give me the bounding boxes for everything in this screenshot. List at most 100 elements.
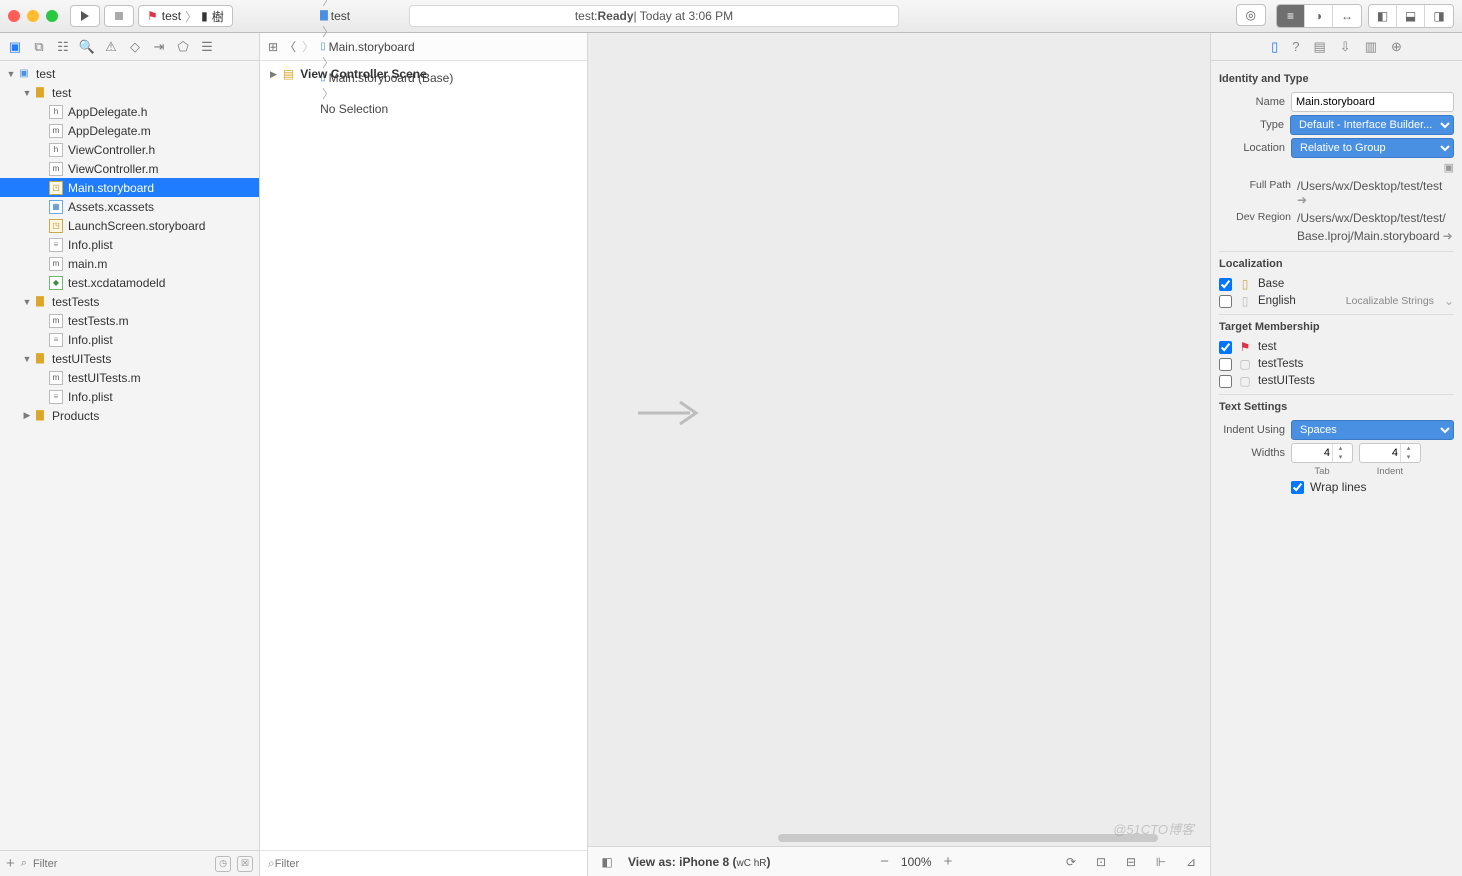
indent-width-stepper[interactable]: ▴▾ [1359, 443, 1421, 463]
pin-icon[interactable]: ⊩ [1152, 853, 1170, 871]
tree-row[interactable]: ▶▇Products [0, 406, 259, 425]
connections-inspector-icon[interactable]: ⊕ [1391, 39, 1402, 55]
zoom-out-button[interactable]: − [880, 853, 889, 870]
minimize-window-button[interactable] [27, 10, 39, 22]
identity-inspector-icon[interactable]: ▤ [1313, 39, 1325, 55]
source-control-navigator-icon[interactable]: ⧉ [30, 38, 48, 56]
inspector-panel: ▯ ? ▤ ⇩ ▥ ⊕ Identity and Type Name TypeD… [1210, 33, 1462, 876]
assistant-editor-icon[interactable]: ◑ [1305, 5, 1333, 27]
target-row[interactable]: ⚑test [1219, 340, 1454, 354]
indent-using-select[interactable]: Spaces [1291, 420, 1454, 440]
base-locale-checkbox[interactable] [1219, 278, 1232, 291]
tree-row[interactable]: ◳LaunchScreen.storyboard [0, 216, 259, 235]
panel-toggle-segmented[interactable]: ◧ ⬓ ◨ [1368, 4, 1454, 28]
outline-scene-row[interactable]: ▶ ▤ View Controller Scene [270, 67, 577, 81]
tree-row[interactable]: ▼▇testTests [0, 292, 259, 311]
location-select[interactable]: Relative to Group [1291, 138, 1454, 158]
issue-navigator-icon[interactable]: ⚠ [102, 38, 120, 56]
tree-row[interactable]: mViewController.m [0, 159, 259, 178]
target-membership-section-header: Target Membership [1219, 314, 1454, 337]
tree-row[interactable]: mAppDelegate.m [0, 121, 259, 140]
file-type-select[interactable]: Default - Interface Builder... [1290, 115, 1454, 135]
forward-icon[interactable]: 〉 [302, 38, 314, 55]
english-locale-checkbox[interactable] [1219, 295, 1232, 308]
view-as-control[interactable]: View as: iPhone 8 (wC hR) [628, 855, 771, 869]
zoom-window-button[interactable] [46, 10, 58, 22]
wrap-lines-checkbox[interactable] [1291, 481, 1304, 494]
align-icon[interactable]: ⊟ [1122, 853, 1140, 871]
recent-filter-icon[interactable]: ◷ [215, 856, 231, 872]
find-navigator-icon[interactable]: 🔍 [78, 38, 96, 56]
toggle-inspector-icon[interactable]: ◨ [1425, 5, 1453, 27]
toggle-debug-icon[interactable]: ⬓ [1397, 5, 1425, 27]
tree-row[interactable]: ≡Info.plist [0, 330, 259, 349]
initial-vc-arrow-icon[interactable] [636, 398, 700, 428]
filter-icon: ⌕ [268, 856, 275, 871]
library-button[interactable]: ◎ [1236, 4, 1266, 26]
run-button[interactable] [70, 5, 100, 27]
tree-row[interactable]: mtestTests.m [0, 311, 259, 330]
test-navigator-icon[interactable]: ◇ [126, 38, 144, 56]
close-window-button[interactable] [8, 10, 20, 22]
device-icon: ▮ [201, 9, 208, 23]
tree-row[interactable]: mtestUITests.m [0, 368, 259, 387]
tree-row[interactable]: ≡Info.plist [0, 387, 259, 406]
debug-navigator-icon[interactable]: ⇥ [150, 38, 168, 56]
standard-editor-icon[interactable]: ≡ [1277, 5, 1305, 27]
file-inspector-icon[interactable]: ▯ [1271, 39, 1278, 55]
toggle-outline-icon[interactable]: ◧ [598, 853, 616, 871]
tree-row[interactable]: ◆test.xcdatamodeld [0, 273, 259, 292]
tab-width-stepper[interactable]: ▴▾ [1291, 443, 1353, 463]
scm-filter-icon[interactable]: ☒ [237, 856, 253, 872]
target-row[interactable]: ▢testUITests [1219, 374, 1454, 388]
attributes-inspector-icon[interactable]: ⇩ [1340, 39, 1351, 55]
tree-row[interactable]: ▼▇test [0, 83, 259, 102]
breadcrumb-item[interactable]: ▇test [320, 9, 453, 23]
update-frames-icon[interactable]: ⟳ [1062, 853, 1080, 871]
target-row[interactable]: ▢testTests [1219, 357, 1454, 371]
tree-row[interactable]: hAppDelegate.h [0, 102, 259, 121]
tree-row[interactable]: hViewController.h [0, 140, 259, 159]
embed-in-icon[interactable]: ⊡ [1092, 853, 1110, 871]
tree-row[interactable]: ≡Info.plist [0, 235, 259, 254]
size-inspector-icon[interactable]: ▥ [1365, 39, 1377, 55]
related-items-icon[interactable]: ⊞ [268, 40, 278, 54]
jump-bar[interactable]: ⊞ 〈 〉 ▣test〉▇test〉▯Main.storyboard〉▯Main… [260, 33, 587, 61]
breakpoint-navigator-icon[interactable]: ⬠ [174, 38, 192, 56]
tree-row[interactable]: ▦Assets.xcassets [0, 197, 259, 216]
navigator-filter-input[interactable] [33, 858, 209, 870]
reveal-icon[interactable]: ➜ [1297, 193, 1307, 207]
window-toolbar: ⚑ test 〉 ▮ 樹 test: Ready | Today at 3:06… [0, 0, 1462, 33]
file-name-input[interactable] [1291, 92, 1454, 112]
back-icon[interactable]: 〈 [284, 38, 296, 55]
text-settings-section-header: Text Settings [1219, 394, 1454, 417]
outline-filter-input[interactable] [275, 858, 579, 870]
canvas-bottom-bar: ◧ View as: iPhone 8 (wC hR) − 100% + ⟳ ⊡… [588, 846, 1210, 876]
zoom-in-button[interactable]: + [944, 853, 953, 870]
version-editor-icon[interactable]: ↔ [1333, 5, 1361, 27]
breadcrumb-item[interactable]: ▯Main.storyboard [320, 40, 453, 54]
tree-row[interactable]: mmain.m [0, 254, 259, 273]
activity-status: test: Ready | Today at 3:06 PM [409, 5, 899, 27]
project-navigator-icon[interactable]: ▣ [6, 38, 24, 56]
tree-row[interactable]: ▼▇testUITests [0, 349, 259, 368]
canvas-body[interactable]: View Controller 9:41 AM @51CTO博客 [588, 33, 1210, 846]
scene-label: View Controller Scene [300, 67, 427, 81]
zoom-level[interactable]: 100% [901, 855, 932, 869]
resolve-issues-icon[interactable]: ⊿ [1182, 853, 1200, 871]
tree-row[interactable]: ▼▣test [0, 64, 259, 83]
horizontal-scrollbar[interactable] [778, 834, 1158, 842]
add-button[interactable]: + [6, 855, 15, 872]
tree-row[interactable]: ◳Main.storyboard [0, 178, 259, 197]
stop-button[interactable] [104, 5, 134, 27]
report-navigator-icon[interactable]: ☰ [198, 38, 216, 56]
scheme-device-label: 樹 [212, 8, 224, 25]
folder-picker-icon[interactable]: ▣ [1444, 161, 1454, 174]
editor-mode-segmented[interactable]: ≡ ◑ ↔ [1276, 4, 1362, 28]
reveal-icon[interactable]: ➜ [1443, 229, 1453, 243]
quick-help-inspector-icon[interactable]: ? [1292, 39, 1299, 54]
toggle-navigator-icon[interactable]: ◧ [1369, 5, 1397, 27]
project-tree[interactable]: ▼▣test▼▇testhAppDelegate.hmAppDelegate.m… [0, 61, 259, 850]
scheme-selector[interactable]: ⚑ test 〉 ▮ 樹 [138, 5, 233, 27]
symbol-navigator-icon[interactable]: ☷ [54, 38, 72, 56]
